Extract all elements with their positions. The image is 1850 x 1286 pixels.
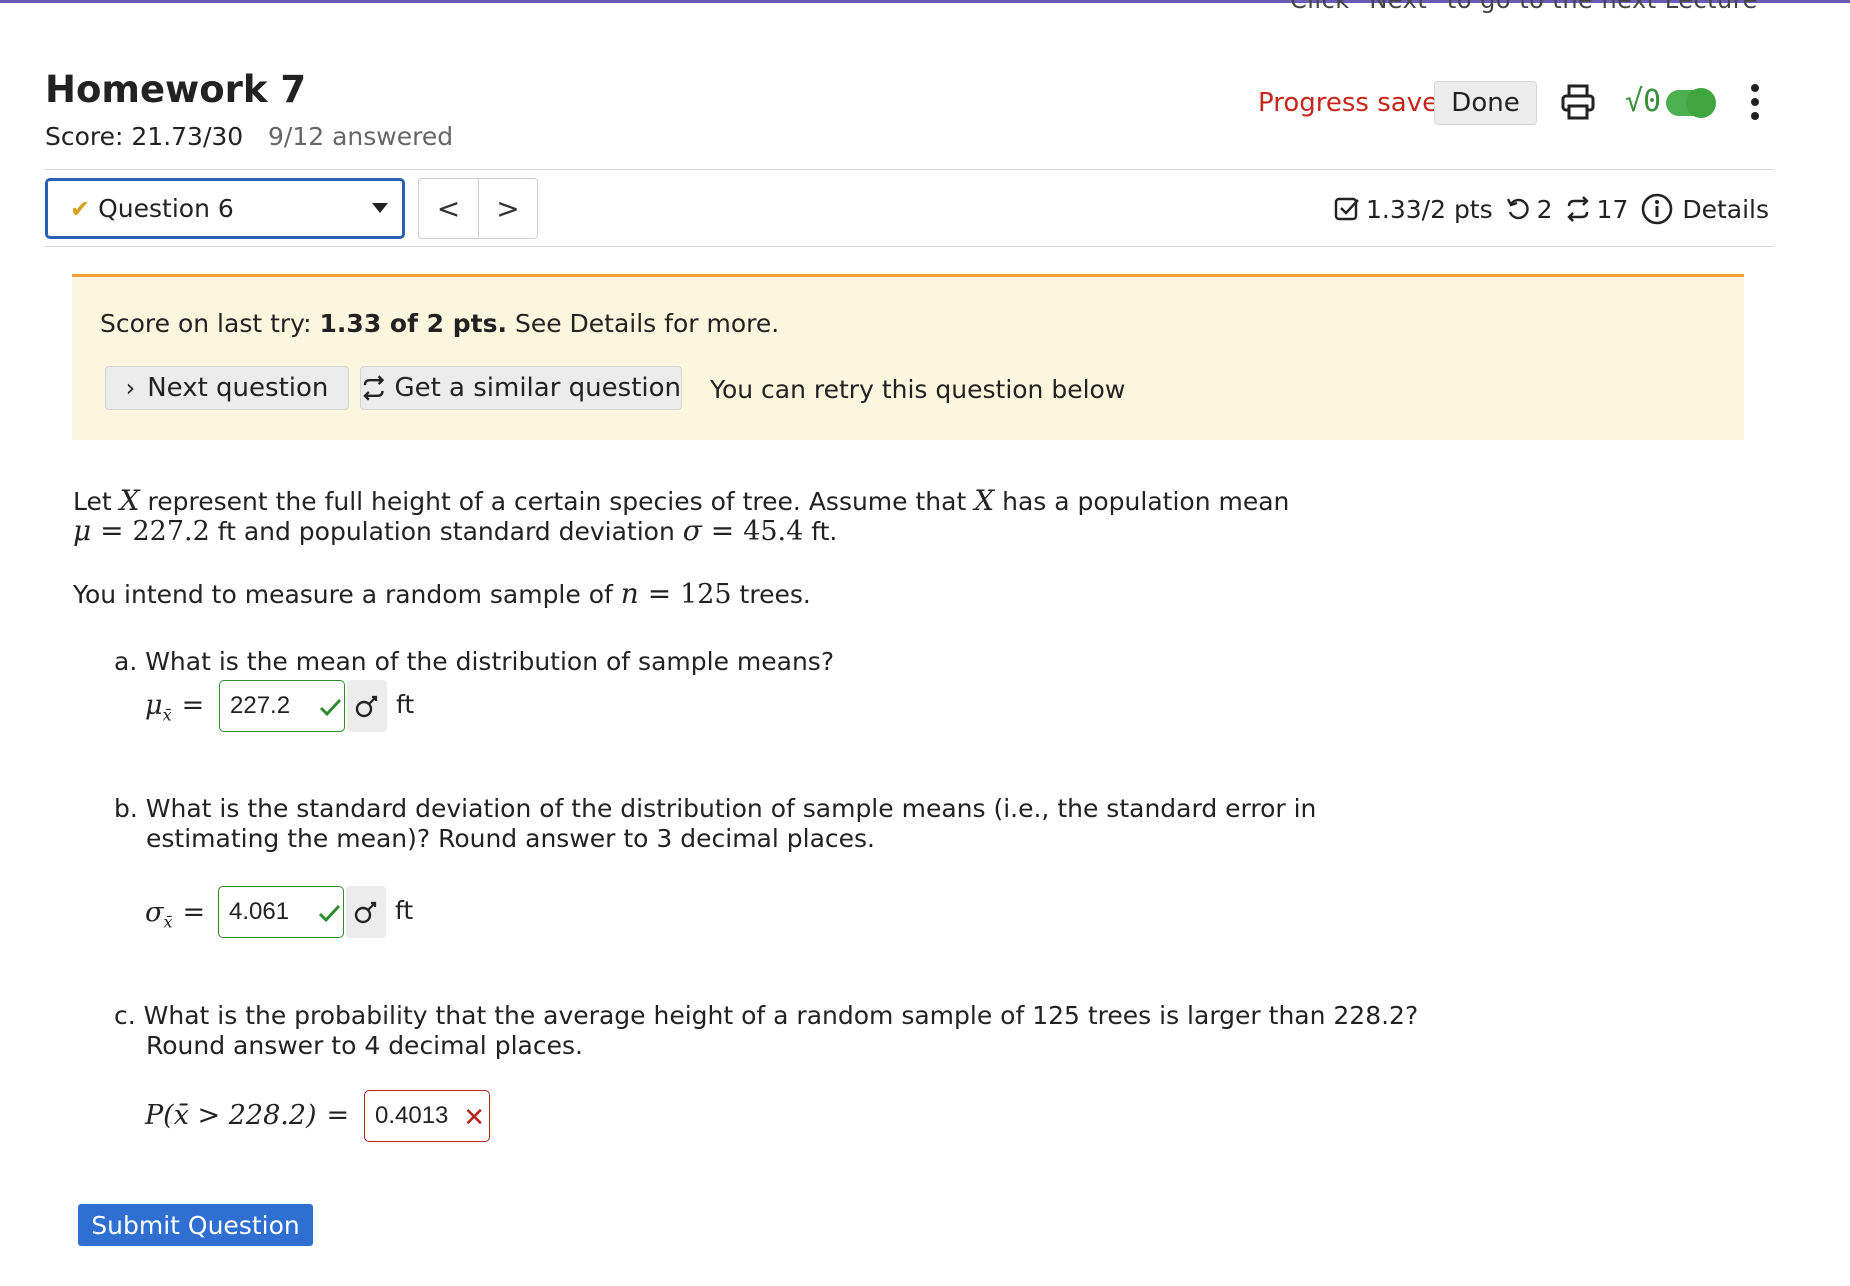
check-icon bbox=[319, 698, 342, 717]
prev-question-button[interactable]: < bbox=[419, 179, 478, 238]
progress-saved-text: Progress saved bbox=[1258, 88, 1455, 118]
page-title: Homework 7 bbox=[45, 68, 307, 111]
score-notice: Score on last try: 1.33 of 2 pts. See De… bbox=[72, 274, 1744, 440]
key-icon[interactable] bbox=[347, 680, 387, 732]
notice-text: Score on last try: 1.33 of 2 pts. See De… bbox=[100, 309, 780, 338]
question-meta: 1.33/2 pts 2 17 Details bbox=[1334, 192, 1769, 226]
next-question-arrow-button[interactable]: > bbox=[477, 179, 537, 238]
math-toggle[interactable] bbox=[1666, 88, 1716, 118]
sqrt-icon[interactable]: √0 bbox=[1625, 84, 1661, 119]
part-c-lhs: P(x̄ > 228.2) = bbox=[145, 1100, 350, 1131]
part-b-unit: ft bbox=[395, 896, 414, 925]
similar-icon bbox=[1566, 196, 1589, 222]
question-nav: < > bbox=[418, 178, 538, 239]
check-icon bbox=[318, 904, 341, 923]
next-question-label: Next question bbox=[147, 373, 329, 403]
similar-count: 17 bbox=[1596, 194, 1629, 224]
info-icon[interactable] bbox=[1640, 192, 1674, 226]
print-icon[interactable] bbox=[1560, 82, 1596, 122]
part-a-question: a. What is the mean of the distribution … bbox=[114, 647, 835, 676]
part-b-lhs: σx̄ = bbox=[145, 897, 206, 932]
score-text: Score: 21.73/30 bbox=[45, 122, 244, 151]
part-a-unit: ft bbox=[396, 690, 415, 719]
part-c-question-1: c. What is the probability that the aver… bbox=[114, 1001, 1419, 1030]
part-a-lhs: μx̄ = bbox=[145, 690, 205, 725]
chevron-right-icon: › bbox=[125, 374, 136, 402]
top-banner-fragment: Click "Next" to go to the next Lecture bbox=[1290, 0, 1758, 14]
kebab-menu-icon[interactable] bbox=[1750, 84, 1760, 120]
submit-question-button[interactable]: Submit Question bbox=[78, 1204, 313, 1246]
problem-line-3: You intend to measure a random sample of… bbox=[73, 577, 811, 610]
toggle-knob bbox=[1686, 88, 1716, 118]
part-a-answer-input[interactable]: 227.2 bbox=[219, 680, 345, 732]
done-button[interactable]: Done bbox=[1434, 81, 1537, 125]
part-b-question-2: estimating the mean)? Round answer to 3 … bbox=[146, 824, 876, 853]
divider bbox=[45, 169, 1775, 170]
part-b-answer-input[interactable]: 4.061 bbox=[218, 886, 344, 938]
similar-question-button[interactable]: Get a similar question bbox=[360, 366, 682, 410]
retry-icon bbox=[1506, 198, 1529, 220]
question-select[interactable]: ✔ Question 6 bbox=[45, 178, 405, 239]
next-question-button[interactable]: › Next question bbox=[105, 366, 349, 410]
retry-text: You can retry this question below bbox=[710, 375, 1126, 404]
part-c-answer-value: 0.4013 bbox=[375, 1102, 449, 1129]
divider bbox=[45, 246, 1775, 247]
chevron-down-icon bbox=[372, 203, 388, 213]
similar-icon bbox=[363, 375, 385, 401]
details-link[interactable]: Details bbox=[1682, 195, 1769, 224]
points-text: 1.33/2 pts bbox=[1366, 194, 1493, 224]
x-icon: ✕ bbox=[463, 1103, 485, 1133]
problem-line-1: Let X represent the full height of a cer… bbox=[73, 484, 1290, 517]
checkbox-icon bbox=[1334, 197, 1359, 221]
part-b-question-1: b. What is the standard deviation of the… bbox=[114, 794, 1317, 823]
key-icon[interactable] bbox=[346, 886, 386, 938]
question-select-label: Question 6 bbox=[98, 194, 234, 223]
part-b-answer-value: 4.061 bbox=[229, 898, 290, 925]
answered-count: 9/12 answered bbox=[268, 122, 454, 151]
problem-line-2: μ = 227.2 ft and population standard dev… bbox=[73, 514, 838, 547]
part-c-answer-input[interactable]: 0.4013 ✕ bbox=[364, 1090, 490, 1142]
part-a-answer-value: 227.2 bbox=[230, 692, 291, 719]
retries-count: 2 bbox=[1536, 194, 1553, 224]
check-icon: ✔ bbox=[70, 194, 91, 223]
part-c-question-2: Round answer to 4 decimal places. bbox=[146, 1031, 583, 1060]
similar-question-label: Get a similar question bbox=[394, 373, 681, 403]
